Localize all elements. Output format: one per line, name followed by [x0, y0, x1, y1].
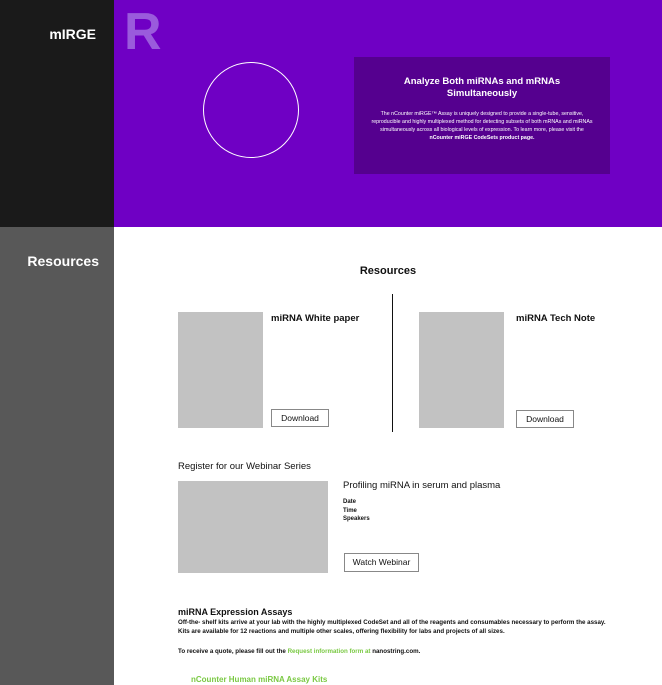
r-logo-icon: R [124, 3, 162, 61]
assays-description: Off-the- shelf kits arrive at your lab w… [178, 619, 606, 635]
hero-banner: R Analyze Both miRNAs and mRNAs Simultan… [114, 0, 662, 227]
sidebar-title-resources: Resources [27, 253, 99, 269]
white-paper-title: miRNA White paper [271, 313, 360, 324]
white-paper-download-button[interactable]: Download [271, 409, 329, 427]
resources-heading: Resources [359, 265, 417, 277]
tech-note-thumbnail [419, 312, 504, 428]
tech-note-title: miRNA Tech Note [516, 313, 596, 324]
webinar-title: Profiling miRNA in serum and plasma [343, 480, 501, 491]
webinar-date-label: Date [343, 499, 357, 505]
human-mirna-kits-link[interactable]: nCounter Human miRNA Assay Kits [191, 675, 327, 684]
sidebar-title-mirge: mIRGE [49, 26, 96, 42]
webinar-section-title: Register for our Webinar Series [178, 461, 311, 472]
watch-webinar-button[interactable]: Watch Webinar [344, 553, 419, 572]
quote-suffix: nanostring.com. [372, 648, 421, 655]
webinar-thumbnail [178, 481, 328, 573]
assays-title: miRNA Expression Assays [178, 607, 293, 617]
resources-divider [392, 294, 393, 432]
white-paper-thumbnail [178, 312, 263, 428]
quote-prefix: To receive a quote, please fill out the [178, 648, 286, 655]
quote-line: To receive a quote, please fill out the … [178, 648, 608, 657]
hero-card-heading: Analyze Both miRNAs and mRNAs Simultaneo… [403, 76, 561, 99]
circle-graphic [203, 62, 299, 158]
product-page-link[interactable]: nCounter miRGE CodeSets product page. [429, 135, 534, 141]
hero-card-body: The nCounter miRGE™ Assay is uniquely de… [371, 111, 593, 133]
hero-info-card: Analyze Both miRNAs and mRNAs Simultaneo… [354, 57, 610, 174]
webinar-speakers-label: Speakers [343, 516, 370, 522]
resources-sidebar: Resources [0, 227, 114, 685]
hero-card-text: The nCounter miRGE™ Assay is uniquely de… [370, 110, 594, 142]
tech-note-download-button[interactable]: Download [516, 410, 574, 428]
hero-sidebar: mIRGE [0, 0, 114, 227]
request-info-link[interactable]: Request information form at [288, 648, 371, 655]
